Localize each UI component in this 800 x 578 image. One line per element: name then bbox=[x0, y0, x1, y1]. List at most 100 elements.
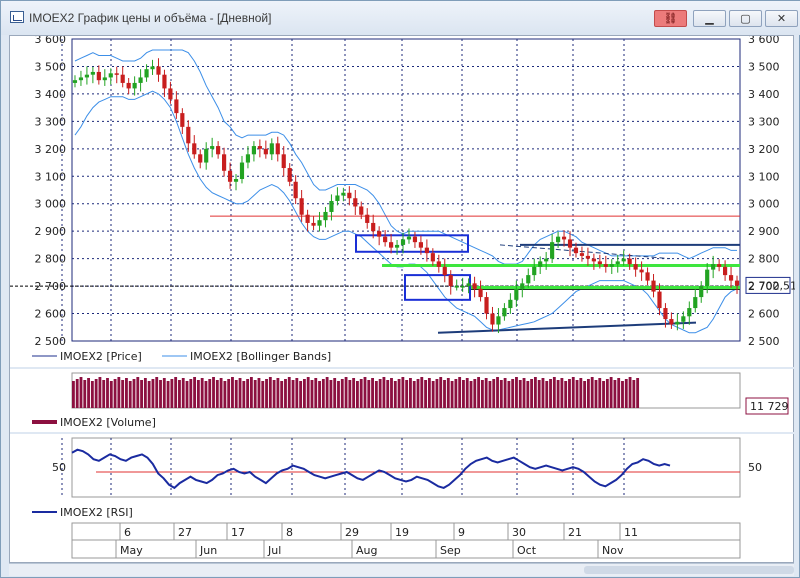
title-bar[interactable]: IMOEX2 График цены и объёма - [Дневной] … bbox=[1, 1, 800, 35]
candle-body bbox=[627, 258, 632, 265]
volume-bar bbox=[170, 379, 174, 408]
volume-bar bbox=[598, 378, 602, 408]
volume-bar bbox=[583, 381, 587, 408]
chart-area[interactable]: 2 702,51 2 500 2 500 2 600 2 600 2 700 2 700 2… bbox=[9, 35, 795, 564]
volume-bar bbox=[409, 378, 412, 408]
volume-bar bbox=[537, 380, 541, 408]
candle-body bbox=[365, 214, 370, 223]
maximize-button[interactable]: ▢ bbox=[729, 10, 762, 27]
volume-bar bbox=[594, 380, 598, 408]
volume-bar bbox=[272, 380, 276, 408]
candle-body bbox=[371, 222, 376, 232]
volume-bar bbox=[628, 377, 632, 408]
candle-body bbox=[275, 143, 280, 155]
candle-body bbox=[406, 236, 412, 240]
window-title: IMOEX2 График цены и объёма - [Дневной] bbox=[29, 11, 272, 25]
price-ytick-left: 2 500 bbox=[35, 335, 67, 348]
candle-body bbox=[204, 148, 209, 163]
price-ytick-right: 2 600 bbox=[748, 308, 780, 321]
volume-bar bbox=[480, 380, 484, 408]
volume-bar bbox=[166, 381, 170, 408]
volume-bar bbox=[212, 377, 215, 408]
volume-bar bbox=[200, 378, 204, 408]
volume-bar bbox=[348, 380, 352, 408]
volume-bar bbox=[374, 381, 378, 408]
scrollbar-thumb[interactable] bbox=[584, 566, 794, 574]
candle-body bbox=[484, 297, 489, 314]
panel-divider-1[interactable] bbox=[10, 367, 795, 369]
candle-body bbox=[526, 275, 531, 284]
candle-body bbox=[353, 198, 358, 207]
volume-bar bbox=[564, 381, 568, 408]
candle-body bbox=[377, 231, 382, 237]
chart-svg[interactable]: 2 702,51 2 500 2 5002 600 2 6002 700 2 7002… bbox=[10, 36, 795, 564]
price-ytick-left: 2 600 bbox=[35, 308, 67, 321]
legend-volume-label: IMOEX2 [Volume] bbox=[60, 416, 156, 429]
volume-bar bbox=[299, 381, 303, 408]
link-button[interactable]: ⛓ bbox=[654, 10, 687, 27]
candle-body bbox=[675, 321, 680, 325]
volume-bar bbox=[586, 379, 590, 408]
panel-divider-2[interactable] bbox=[10, 432, 795, 434]
minimize-icon: ▁ bbox=[705, 12, 714, 25]
maximize-icon: ▢ bbox=[740, 12, 751, 25]
candle-body bbox=[711, 264, 716, 270]
volume-bar bbox=[72, 381, 75, 408]
price-ytick-left: 3 100 bbox=[35, 170, 67, 183]
candle-body bbox=[412, 236, 418, 243]
price-ytick-left: 3 300 bbox=[35, 115, 67, 128]
volume-bar bbox=[352, 378, 356, 408]
month-label: Sep bbox=[440, 544, 461, 557]
volume-bar bbox=[314, 378, 318, 408]
candle-body bbox=[472, 283, 477, 289]
volume-bar bbox=[492, 379, 496, 408]
candle-body bbox=[84, 74, 89, 78]
candle-body bbox=[532, 266, 537, 276]
price-ytick-right: 2 500 bbox=[748, 335, 780, 348]
minimize-button[interactable]: ▁ bbox=[693, 10, 726, 27]
volume-bar bbox=[435, 379, 439, 408]
month-label: Oct bbox=[517, 544, 537, 557]
candle-body bbox=[448, 275, 453, 287]
volume-bar bbox=[458, 377, 462, 408]
candle-body bbox=[317, 220, 322, 226]
candle-body bbox=[502, 308, 507, 317]
candle-body bbox=[347, 192, 352, 199]
volume-bar bbox=[291, 380, 295, 408]
volume-bar bbox=[333, 378, 337, 408]
candle-body bbox=[514, 288, 519, 300]
candle-body bbox=[454, 286, 459, 288]
candle-body bbox=[717, 264, 722, 267]
volume-bar bbox=[405, 380, 409, 408]
candle-body bbox=[287, 168, 292, 182]
candle-body bbox=[168, 88, 173, 100]
price-ytick-right: 3 600 bbox=[748, 36, 780, 46]
volume-bar bbox=[632, 380, 636, 408]
candle-body bbox=[442, 266, 447, 276]
volume-bar bbox=[386, 380, 390, 408]
candle-body bbox=[520, 283, 525, 289]
candle-body bbox=[573, 247, 579, 254]
price-ytick-right: 3 000 bbox=[748, 198, 780, 211]
volume-bar bbox=[261, 381, 265, 408]
volume-bar bbox=[344, 377, 348, 408]
volume-bar bbox=[462, 380, 465, 408]
volume-bar bbox=[181, 378, 185, 408]
horizontal-scrollbar[interactable] bbox=[9, 563, 794, 576]
day-label: 6 bbox=[124, 526, 131, 539]
month-label: Aug bbox=[356, 544, 377, 557]
candle-body bbox=[383, 236, 388, 243]
candle-body bbox=[78, 77, 84, 81]
legend-price-label: IMOEX2 [Price] bbox=[60, 350, 142, 363]
volume-bar bbox=[602, 381, 605, 408]
candle-body bbox=[597, 261, 602, 265]
volume-bar bbox=[609, 377, 613, 408]
volume-bar bbox=[401, 377, 405, 408]
price-ytick-right: 3 200 bbox=[748, 143, 780, 156]
candle-body bbox=[621, 258, 626, 262]
chart-app-icon bbox=[10, 11, 24, 23]
volume-bar bbox=[560, 378, 564, 408]
close-button[interactable]: ✕ bbox=[765, 10, 798, 27]
volume-bar bbox=[465, 378, 469, 408]
volume-bar bbox=[515, 377, 518, 408]
